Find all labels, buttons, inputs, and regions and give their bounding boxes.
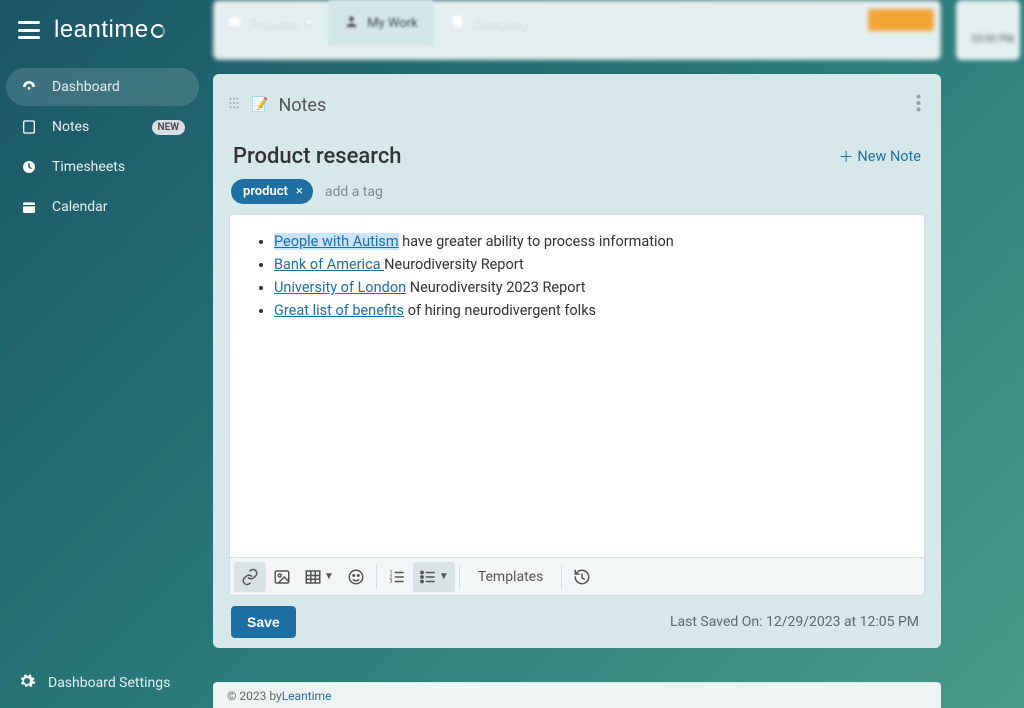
sidebar-nav: Dashboard Notes NEW Timesheets Calendar <box>0 68 205 226</box>
sidebar-item-label: Timesheets <box>52 159 125 175</box>
building-icon <box>450 14 465 33</box>
tool-link[interactable] <box>234 562 266 592</box>
topbar: Projects ▾ My Work Company <box>205 0 1024 46</box>
new-badge: NEW <box>152 120 186 135</box>
notes-emoji-icon: 📝 <box>251 97 268 113</box>
sidebar-item-label: Dashboard <box>52 79 120 95</box>
notes-panel: 📝 Notes Product research ＋ New Note prod… <box>213 74 941 648</box>
new-note-button[interactable]: ＋ New Note <box>839 146 921 167</box>
sidebar-item-notes[interactable]: Notes NEW <box>6 108 199 146</box>
tool-emoji[interactable] <box>340 562 372 592</box>
gear-icon <box>18 672 36 694</box>
link[interactable]: University of London <box>274 279 406 296</box>
chevron-down-icon: ▼ <box>324 571 334 582</box>
note-title[interactable]: Product research <box>233 144 402 169</box>
note-icon <box>20 118 38 136</box>
svg-text:3: 3 <box>389 579 392 585</box>
tool-image[interactable] <box>266 562 298 592</box>
sidebar-item-timesheets[interactable]: Timesheets <box>6 148 199 186</box>
briefcase-icon <box>227 14 242 33</box>
sidebar: leantime Dashboard Notes NEW Timesheets <box>0 0 205 708</box>
link[interactable]: Bank of America <box>274 256 384 273</box>
editor-content[interactable]: People with Autism have greater ability … <box>230 215 924 557</box>
person-icon <box>344 14 359 33</box>
note-editor: People with Autism have greater ability … <box>229 214 925 596</box>
topbar-mywork[interactable]: My Work <box>328 0 433 46</box>
drag-handle-icon[interactable] <box>227 96 241 114</box>
sidebar-item-label: Notes <box>52 119 89 135</box>
plus-icon: ＋ <box>839 146 854 167</box>
clock-icon <box>20 158 38 176</box>
list-item: University of London Neurodiversity 2023… <box>274 277 906 298</box>
editor-toolbar: ▼ 123 ▼ Templates <box>230 557 924 595</box>
menu-toggle-icon[interactable] <box>18 21 40 39</box>
gauge-icon <box>20 78 38 96</box>
topbar-projects[interactable]: Projects ▾ <box>211 0 328 46</box>
footer: © 2023 by Leantime <box>213 682 941 708</box>
app-logo: leantime <box>54 16 165 44</box>
link[interactable]: Great list of benefits <box>274 302 404 319</box>
footer-link[interactable]: Leantime <box>282 689 332 703</box>
list-item: Bank of America Neurodiversity Report <box>274 254 906 275</box>
tag-chip[interactable]: product × <box>231 179 313 204</box>
list-item: People with Autism have greater ability … <box>274 231 906 252</box>
tool-ordered-list[interactable]: 123 <box>381 562 413 592</box>
tool-templates[interactable]: Templates <box>464 562 558 592</box>
add-tag-input[interactable]: add a tag <box>325 184 383 200</box>
sidebar-item-calendar[interactable]: Calendar <box>6 188 199 226</box>
tool-history[interactable] <box>566 562 598 592</box>
save-button[interactable]: Save <box>231 606 296 638</box>
sidebar-item-label: Calendar <box>52 199 108 215</box>
tool-table[interactable]: ▼ <box>298 562 340 592</box>
last-saved-text: Last Saved On: 12/29/2023 at 12:05 PM <box>670 614 919 630</box>
sidebar-settings[interactable]: Dashboard Settings <box>0 672 205 694</box>
panel-title: Notes <box>278 95 326 116</box>
calendar-icon <box>20 198 38 216</box>
chevron-down-icon: ▼ <box>439 571 449 582</box>
link[interactable]: People with Autism <box>274 233 399 250</box>
sidebar-settings-label: Dashboard Settings <box>48 675 170 691</box>
panel-menu-icon[interactable] <box>912 90 925 120</box>
topbar-company[interactable]: Company <box>434 0 544 46</box>
chevron-down-icon: ▾ <box>306 16 313 31</box>
remove-tag-icon[interactable]: × <box>296 184 303 199</box>
list-item: Great list of benefits of hiring neurodi… <box>274 300 906 321</box>
tool-bullet-list[interactable]: ▼ <box>413 562 455 592</box>
sidebar-item-dashboard[interactable]: Dashboard <box>6 68 199 106</box>
